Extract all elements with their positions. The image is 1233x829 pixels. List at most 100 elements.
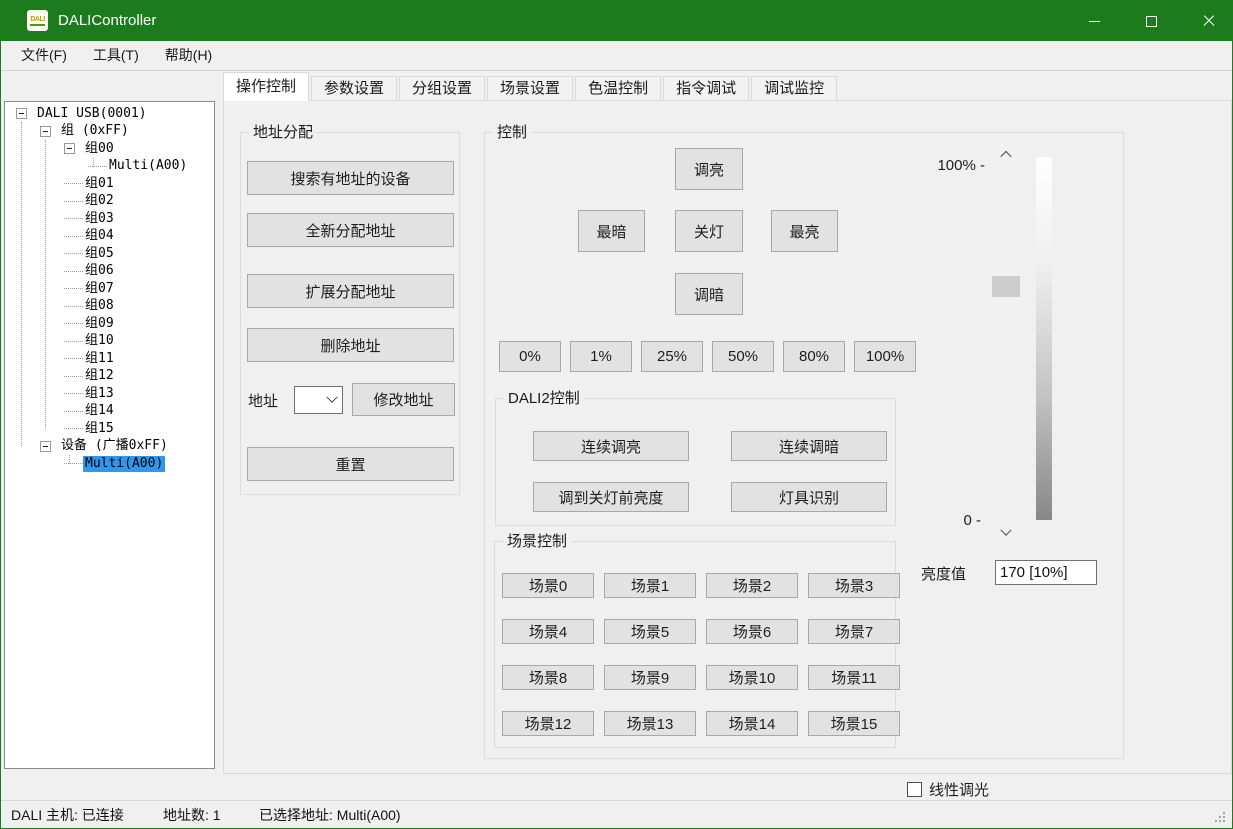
tree-connector bbox=[64, 411, 83, 412]
scene-button-5[interactable]: 场景5 bbox=[604, 619, 696, 644]
statusbar: DALI 主机: 已连接地址数: 1已选择地址: Multi(A00) bbox=[1, 800, 1232, 828]
tab-group-settings[interactable]: 分组设置 bbox=[399, 76, 485, 101]
menu-item-file[interactable]: 文件(F) bbox=[8, 41, 80, 70]
modify-address-button[interactable]: 修改地址 bbox=[352, 383, 455, 416]
scene-button-0[interactable]: 场景0 bbox=[502, 573, 594, 598]
tree-item[interactable]: 组01 bbox=[5, 175, 214, 193]
address-combobox[interactable] bbox=[294, 386, 343, 414]
scene-button-13[interactable]: 场景13 bbox=[604, 711, 696, 736]
tree-item[interactable]: Multi(A00) bbox=[5, 455, 214, 473]
tree-item[interactable]: 组03 bbox=[5, 210, 214, 228]
search-addressed-devices-button[interactable]: 搜索有地址的设备 bbox=[247, 161, 454, 195]
tree-expander-icon[interactable] bbox=[40, 441, 51, 452]
percent-button-100[interactable]: 100% bbox=[854, 341, 916, 372]
tree-item-label: 组06 bbox=[83, 263, 116, 279]
tree-expander-icon[interactable] bbox=[16, 108, 27, 119]
control-group: 控制 调亮 最暗 关灯 最亮 调暗 0%1%25%50%80%100% DALI… bbox=[484, 132, 1124, 759]
dali2-group-title: DALI2控制 bbox=[504, 390, 584, 407]
tree-item[interactable]: 组00 bbox=[5, 140, 214, 158]
tree-item[interactable]: 组10 bbox=[5, 333, 214, 351]
tab-scene-settings[interactable]: 场景设置 bbox=[487, 76, 573, 101]
reset-button[interactable]: 重置 bbox=[247, 447, 454, 481]
tree-connector bbox=[64, 218, 83, 219]
brighten-button[interactable]: 调亮 bbox=[675, 148, 743, 190]
tab-debug-monitor[interactable]: 调试监控 bbox=[751, 76, 837, 101]
tab-parameter-settings[interactable]: 参数设置 bbox=[311, 76, 397, 101]
tree-expander-icon[interactable] bbox=[40, 126, 51, 137]
minimize-icon bbox=[1089, 21, 1100, 22]
tree-item[interactable]: 组 (0xFF) bbox=[5, 123, 214, 141]
tree-expander-icon[interactable] bbox=[64, 143, 75, 154]
scene-button-9[interactable]: 场景9 bbox=[604, 665, 696, 690]
menu-item-help[interactable]: 帮助(H) bbox=[152, 41, 225, 70]
brightest-button[interactable]: 最亮 bbox=[771, 210, 838, 252]
tree-item[interactable]: 组06 bbox=[5, 263, 214, 281]
percent-button-1[interactable]: 1% bbox=[570, 341, 632, 372]
recall-last-level-button[interactable]: 调到关灯前亮度 bbox=[533, 482, 689, 512]
tree-item[interactable]: 组02 bbox=[5, 193, 214, 211]
tree-item-label: 组03 bbox=[83, 211, 116, 227]
tab-operation-control[interactable]: 操作控制 bbox=[223, 72, 309, 101]
tree-item[interactable]: 设备 (广播0xFF) bbox=[5, 438, 214, 456]
percent-button-50[interactable]: 50% bbox=[712, 341, 774, 372]
tree-item[interactable]: 组07 bbox=[5, 280, 214, 298]
brightness-scrollbar[interactable] bbox=[992, 145, 1020, 543]
tree-item[interactable]: 组05 bbox=[5, 245, 214, 263]
scene-button-8[interactable]: 场景8 bbox=[502, 665, 594, 690]
tree-item[interactable]: 组08 bbox=[5, 298, 214, 316]
tree-item[interactable]: 组14 bbox=[5, 403, 214, 421]
tree-item[interactable]: 组12 bbox=[5, 368, 214, 386]
tree-connector bbox=[64, 288, 83, 289]
tree-item[interactable]: 组09 bbox=[5, 315, 214, 333]
tree-item-label: 组02 bbox=[83, 193, 116, 209]
menubar: 文件(F)工具(T)帮助(H) bbox=[1, 41, 1232, 71]
tree-item[interactable]: DALI USB(0001) bbox=[5, 105, 214, 123]
percent-button-80[interactable]: 80% bbox=[783, 341, 845, 372]
tree-item[interactable]: 组13 bbox=[5, 385, 214, 403]
linear-dimming-checkbox[interactable] bbox=[907, 782, 922, 797]
tabstrip: 操作控制参数设置分组设置场景设置色温控制指令调试调试监控 bbox=[223, 72, 839, 101]
scene-button-10[interactable]: 场景10 bbox=[706, 665, 798, 690]
maximize-button[interactable] bbox=[1128, 1, 1175, 41]
lamp-off-button[interactable]: 关灯 bbox=[675, 210, 743, 252]
scene-button-3[interactable]: 场景3 bbox=[808, 573, 900, 598]
resize-grip-icon[interactable] bbox=[1214, 811, 1227, 824]
scene-button-12[interactable]: 场景12 bbox=[502, 711, 594, 736]
scroll-down-button[interactable] bbox=[992, 523, 1020, 543]
menu-item-tools[interactable]: 工具(T) bbox=[80, 41, 152, 70]
close-button[interactable] bbox=[1185, 1, 1232, 41]
assign-extended-addresses-button[interactable]: 扩展分配地址 bbox=[247, 274, 454, 308]
tab-command-debug[interactable]: 指令调试 bbox=[663, 76, 749, 101]
tree-item[interactable]: 组15 bbox=[5, 420, 214, 438]
scene-button-14[interactable]: 场景14 bbox=[706, 711, 798, 736]
scene-button-11[interactable]: 场景11 bbox=[808, 665, 900, 690]
chevron-up-icon bbox=[1000, 151, 1011, 162]
continuous-brighten-button[interactable]: 连续调亮 bbox=[533, 431, 689, 461]
scene-button-15[interactable]: 场景15 bbox=[808, 711, 900, 736]
tab-color-temp-control[interactable]: 色温控制 bbox=[575, 76, 661, 101]
darkest-button[interactable]: 最暗 bbox=[578, 210, 645, 252]
app-icon: DALI bbox=[27, 10, 48, 31]
tree-item[interactable]: 组11 bbox=[5, 350, 214, 368]
tree-item[interactable]: 组04 bbox=[5, 228, 214, 246]
tree-item-label: Multi(A00) bbox=[83, 456, 165, 472]
scene-button-2[interactable]: 场景2 bbox=[706, 573, 798, 598]
percent-button-0[interactable]: 0% bbox=[499, 341, 561, 372]
scroll-up-button[interactable] bbox=[992, 145, 1020, 165]
scrollbar-thumb[interactable] bbox=[992, 276, 1020, 297]
luminaire-identify-button[interactable]: 灯具识别 bbox=[731, 482, 887, 512]
tree-item-label: 组04 bbox=[83, 228, 116, 244]
scene-button-6[interactable]: 场景6 bbox=[706, 619, 798, 644]
scene-button-7[interactable]: 场景7 bbox=[808, 619, 900, 644]
delete-address-button[interactable]: 删除地址 bbox=[247, 328, 454, 362]
minimize-button[interactable] bbox=[1071, 1, 1118, 41]
assign-new-addresses-button[interactable]: 全新分配地址 bbox=[247, 213, 454, 247]
percent-button-25[interactable]: 25% bbox=[641, 341, 703, 372]
dim-button[interactable]: 调暗 bbox=[675, 273, 743, 315]
tree-connector bbox=[64, 236, 83, 237]
brightness-value-input[interactable] bbox=[995, 560, 1097, 585]
scene-button-1[interactable]: 场景1 bbox=[604, 573, 696, 598]
scene-button-4[interactable]: 场景4 bbox=[502, 619, 594, 644]
tree-item[interactable]: Multi(A00) bbox=[5, 158, 214, 176]
continuous-dim-button[interactable]: 连续调暗 bbox=[731, 431, 887, 461]
